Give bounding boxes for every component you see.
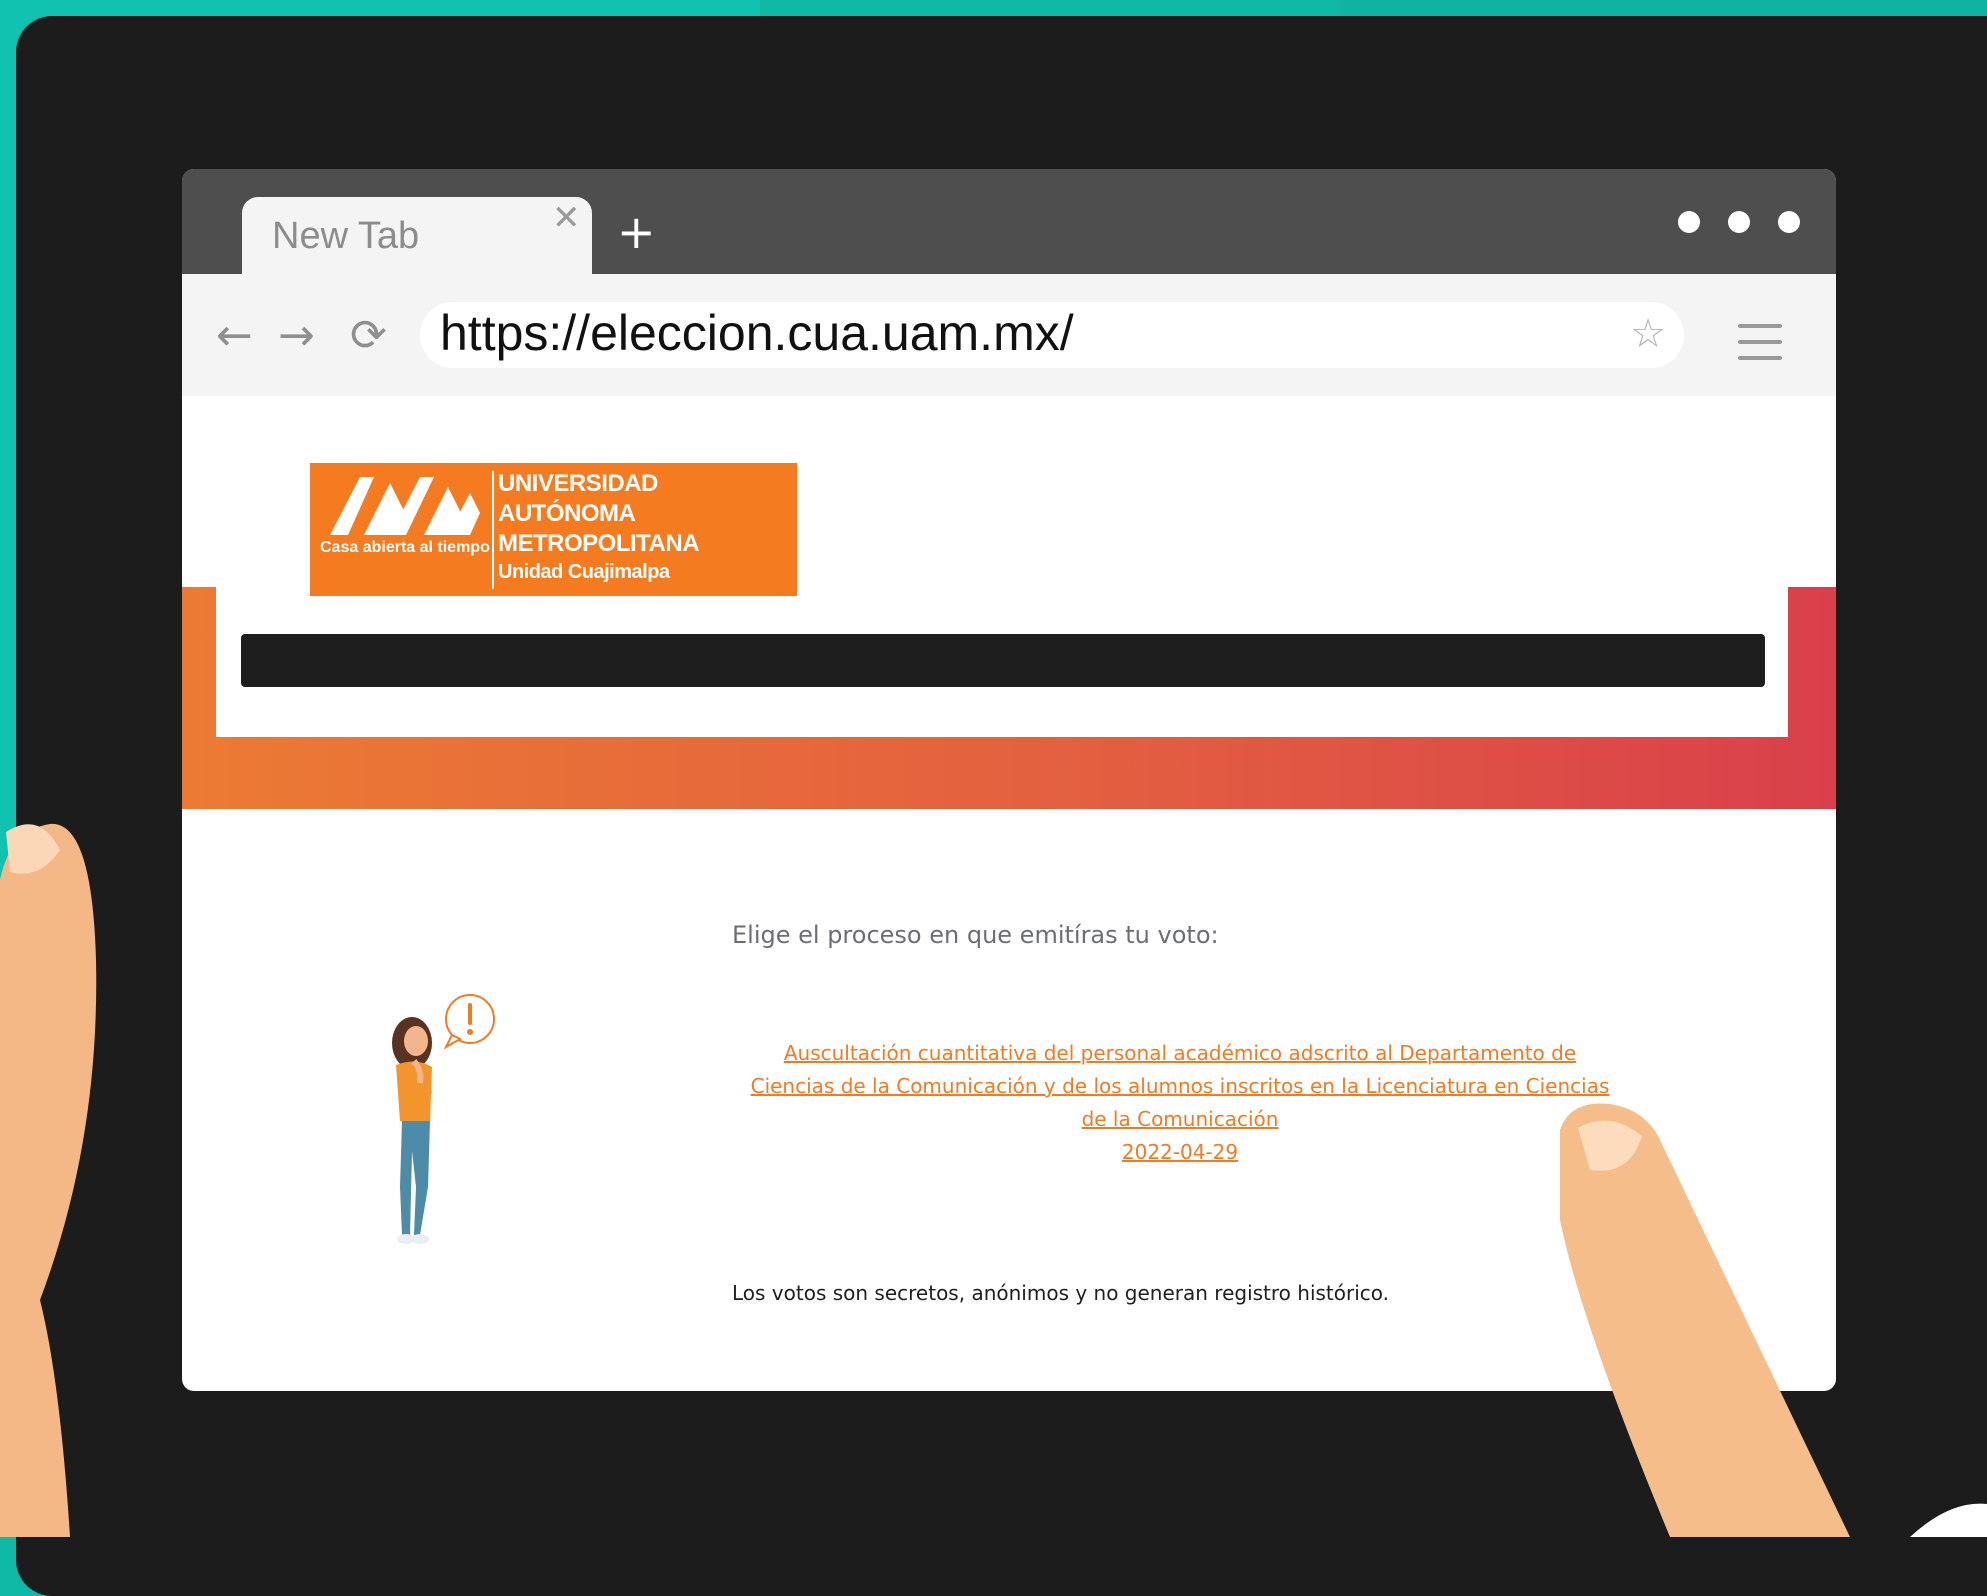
pointing-hand-illustration — [1560, 1103, 1987, 1537]
link-line: de la Comunicación — [1081, 1107, 1279, 1131]
uam-logo[interactable]: Casa abierta al tiempo UNIVERSIDAD AUTÓN… — [310, 463, 797, 596]
close-icon[interactable]: ✕ — [552, 201, 581, 235]
hamburger-menu-icon[interactable] — [1738, 324, 1782, 372]
forward-arrow-icon[interactable]: → — [278, 314, 315, 358]
link-line: Auscultación cuantitativa del personal a… — [783, 1041, 1577, 1065]
dot — [1678, 211, 1700, 233]
address-bar[interactable]: https://eleccion.cua.uam.mx/ ☆ — [420, 302, 1684, 368]
uam-emblem-icon — [330, 477, 480, 535]
link-date: 2022-04-29 — [1121, 1140, 1239, 1164]
url-text: https://eleccion.cua.uam.mx/ — [440, 305, 1074, 361]
more-dots-icon[interactable] — [1678, 211, 1800, 233]
reload-icon[interactable]: ⟳ — [350, 314, 387, 358]
vote-prompt: Elige el proceso en que emitíras tu voto… — [732, 921, 1219, 949]
logo-line: AUTÓNOMA — [498, 500, 636, 527]
star-icon[interactable]: ☆ — [1630, 314, 1666, 354]
privacy-note: Los votos son secretos, anónimos y no ge… — [732, 1281, 1390, 1305]
navigation-bar — [241, 634, 1765, 687]
logo-divider — [492, 471, 494, 589]
election-process-link[interactable]: Auscultación cuantitativa del personal a… — [742, 1037, 1618, 1169]
browser-toolbar: ← → ⟳ https://eleccion.cua.uam.mx/ ☆ — [182, 274, 1836, 396]
tab-bar: New Tab ✕ + — [182, 169, 1836, 274]
logo-tagline: Casa abierta al tiempo — [320, 539, 490, 556]
logo-line: Unidad Cuajimalpa — [498, 561, 670, 583]
back-arrow-icon[interactable]: ← — [216, 314, 253, 358]
left-hand-illustration — [0, 740, 97, 1537]
logo-text: UNIVERSIDAD AUTÓNOMA METROPOLITANA Unida… — [498, 469, 700, 585]
tab-new-tab[interactable]: New Tab ✕ — [242, 197, 592, 274]
link-line: Ciencias de la Comunicación y de los alu… — [750, 1074, 1610, 1098]
logo-line: UNIVERSIDAD — [498, 470, 658, 497]
tab-title: New Tab — [272, 215, 420, 257]
dot — [1778, 211, 1800, 233]
woman-thinking-illustration — [392, 994, 495, 1244]
plus-icon[interactable]: + — [617, 209, 656, 255]
dot — [1728, 211, 1750, 233]
logo-line: METROPOLITANA — [498, 530, 700, 557]
